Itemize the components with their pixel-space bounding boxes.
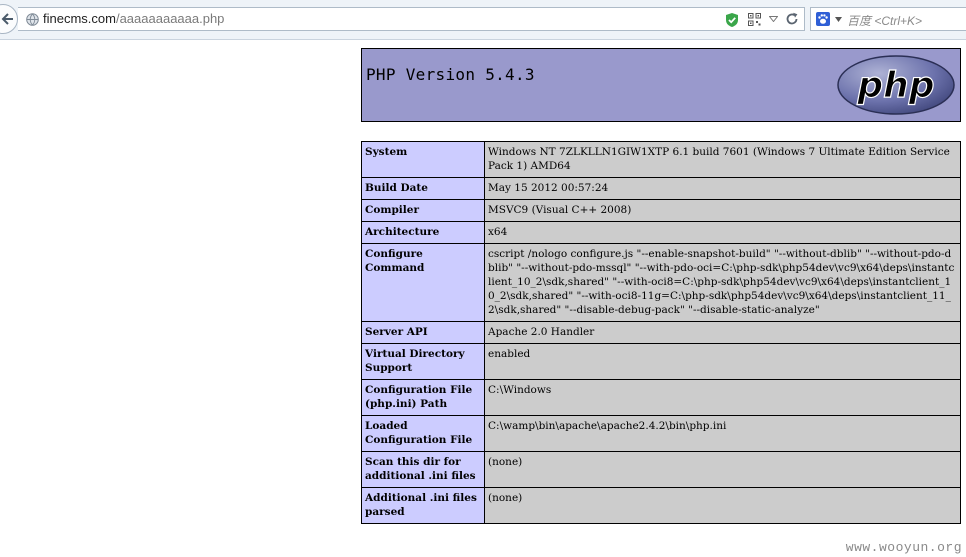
- shield-icon[interactable]: [725, 12, 739, 28]
- info-row: Scan this dir for additional .ini files(…: [361, 451, 961, 488]
- info-row: Loaded Configuration File C:\wamp\bin\apa…: [361, 415, 961, 452]
- info-key: Configure Command: [361, 243, 485, 322]
- info-value: Windows NT 7ZLKLLN1GIW1XTP 6.1 build 760…: [484, 141, 961, 178]
- info-key: Configuration File (php.ini) Path: [361, 379, 485, 416]
- baidu-paw-icon[interactable]: [816, 12, 830, 26]
- info-row: Build Date May 15 2012 00:57:24: [361, 177, 961, 200]
- info-value: MSVC9 (Visual C++ 2008): [484, 199, 961, 222]
- url-host: finecms.com: [43, 11, 116, 26]
- info-key: Loaded Configuration File: [361, 415, 485, 452]
- page-title: PHP Version 5.4.3: [366, 65, 535, 84]
- search-engine-dropdown-icon[interactable]: [835, 17, 842, 22]
- browser-toolbar: finecms.com/aaaaaaaaaaa.php 百度 <Ctrl+K>: [0, 0, 966, 40]
- info-row: Configuration File (php.ini) Path C:\Wind…: [361, 379, 961, 416]
- qr-code-icon[interactable]: [748, 13, 761, 26]
- info-value: cscript /nologo configure.js "--enable-s…: [484, 243, 961, 322]
- back-button[interactable]: [0, 4, 18, 34]
- history-dropdown-icon[interactable]: [769, 16, 778, 22]
- reload-icon[interactable]: [785, 12, 799, 26]
- php-logo[interactable]: php: [836, 54, 956, 116]
- info-row: Configure Command cscript /nologo configu…: [361, 243, 961, 322]
- info-value: x64: [484, 221, 961, 244]
- info-row: System Windows NT 7ZLKLLN1GIW1XTP 6.1 bui…: [361, 141, 961, 178]
- info-value: (none): [484, 487, 961, 524]
- info-key: Scan this dir for additional .ini files: [361, 451, 485, 488]
- php-info-body: System Windows NT 7ZLKLLN1GIW1XTP 6.1 bui…: [361, 141, 961, 524]
- info-row: Architecture x64: [361, 221, 961, 244]
- info-value: C:\Windows: [484, 379, 961, 416]
- info-key: System: [361, 141, 485, 178]
- back-arrow-icon: [1, 13, 13, 25]
- info-key: Virtual Directory Support: [361, 343, 485, 380]
- info-key: Compiler: [361, 199, 485, 222]
- info-value: May 15 2012 00:57:24: [484, 177, 961, 200]
- php-version-header: PHP Version 5.4.3 php: [361, 48, 961, 122]
- info-row: Virtual Directory Support enabled: [361, 343, 961, 380]
- globe-icon: [26, 13, 39, 26]
- info-row: Compiler MSVC9 (Visual C++ 2008): [361, 199, 961, 222]
- address-bar[interactable]: finecms.com/aaaaaaaaaaa.php: [18, 7, 805, 31]
- info-key: Server API: [361, 321, 485, 344]
- search-placeholder: 百度 <Ctrl+K>: [847, 14, 923, 28]
- url-path: /aaaaaaaaaaa.php: [115, 11, 225, 26]
- info-row: Server API Apache 2.0 Handler: [361, 321, 961, 344]
- php-logo-text: php: [856, 65, 934, 106]
- info-value: Apache 2.0 Handler: [484, 321, 961, 344]
- info-key: Build Date: [361, 177, 485, 200]
- info-key: Additional .ini files parsed: [361, 487, 485, 524]
- info-value: (none): [484, 451, 961, 488]
- php-info-table: System Windows NT 7ZLKLLN1GIW1XTP 6.1 bui…: [361, 141, 961, 524]
- watermark: www.wooyun.org: [845, 540, 962, 555]
- search-box[interactable]: 百度 <Ctrl+K>: [810, 7, 966, 31]
- url-text[interactable]: finecms.com/aaaaaaaaaaa.php: [43, 11, 224, 26]
- info-value: enabled: [484, 343, 961, 380]
- info-key: Architecture: [361, 221, 485, 244]
- info-row: Additional .ini files parsed (none): [361, 487, 961, 524]
- info-value: C:\wamp\bin\apache\apache2.4.2\bin\php.i…: [484, 415, 961, 452]
